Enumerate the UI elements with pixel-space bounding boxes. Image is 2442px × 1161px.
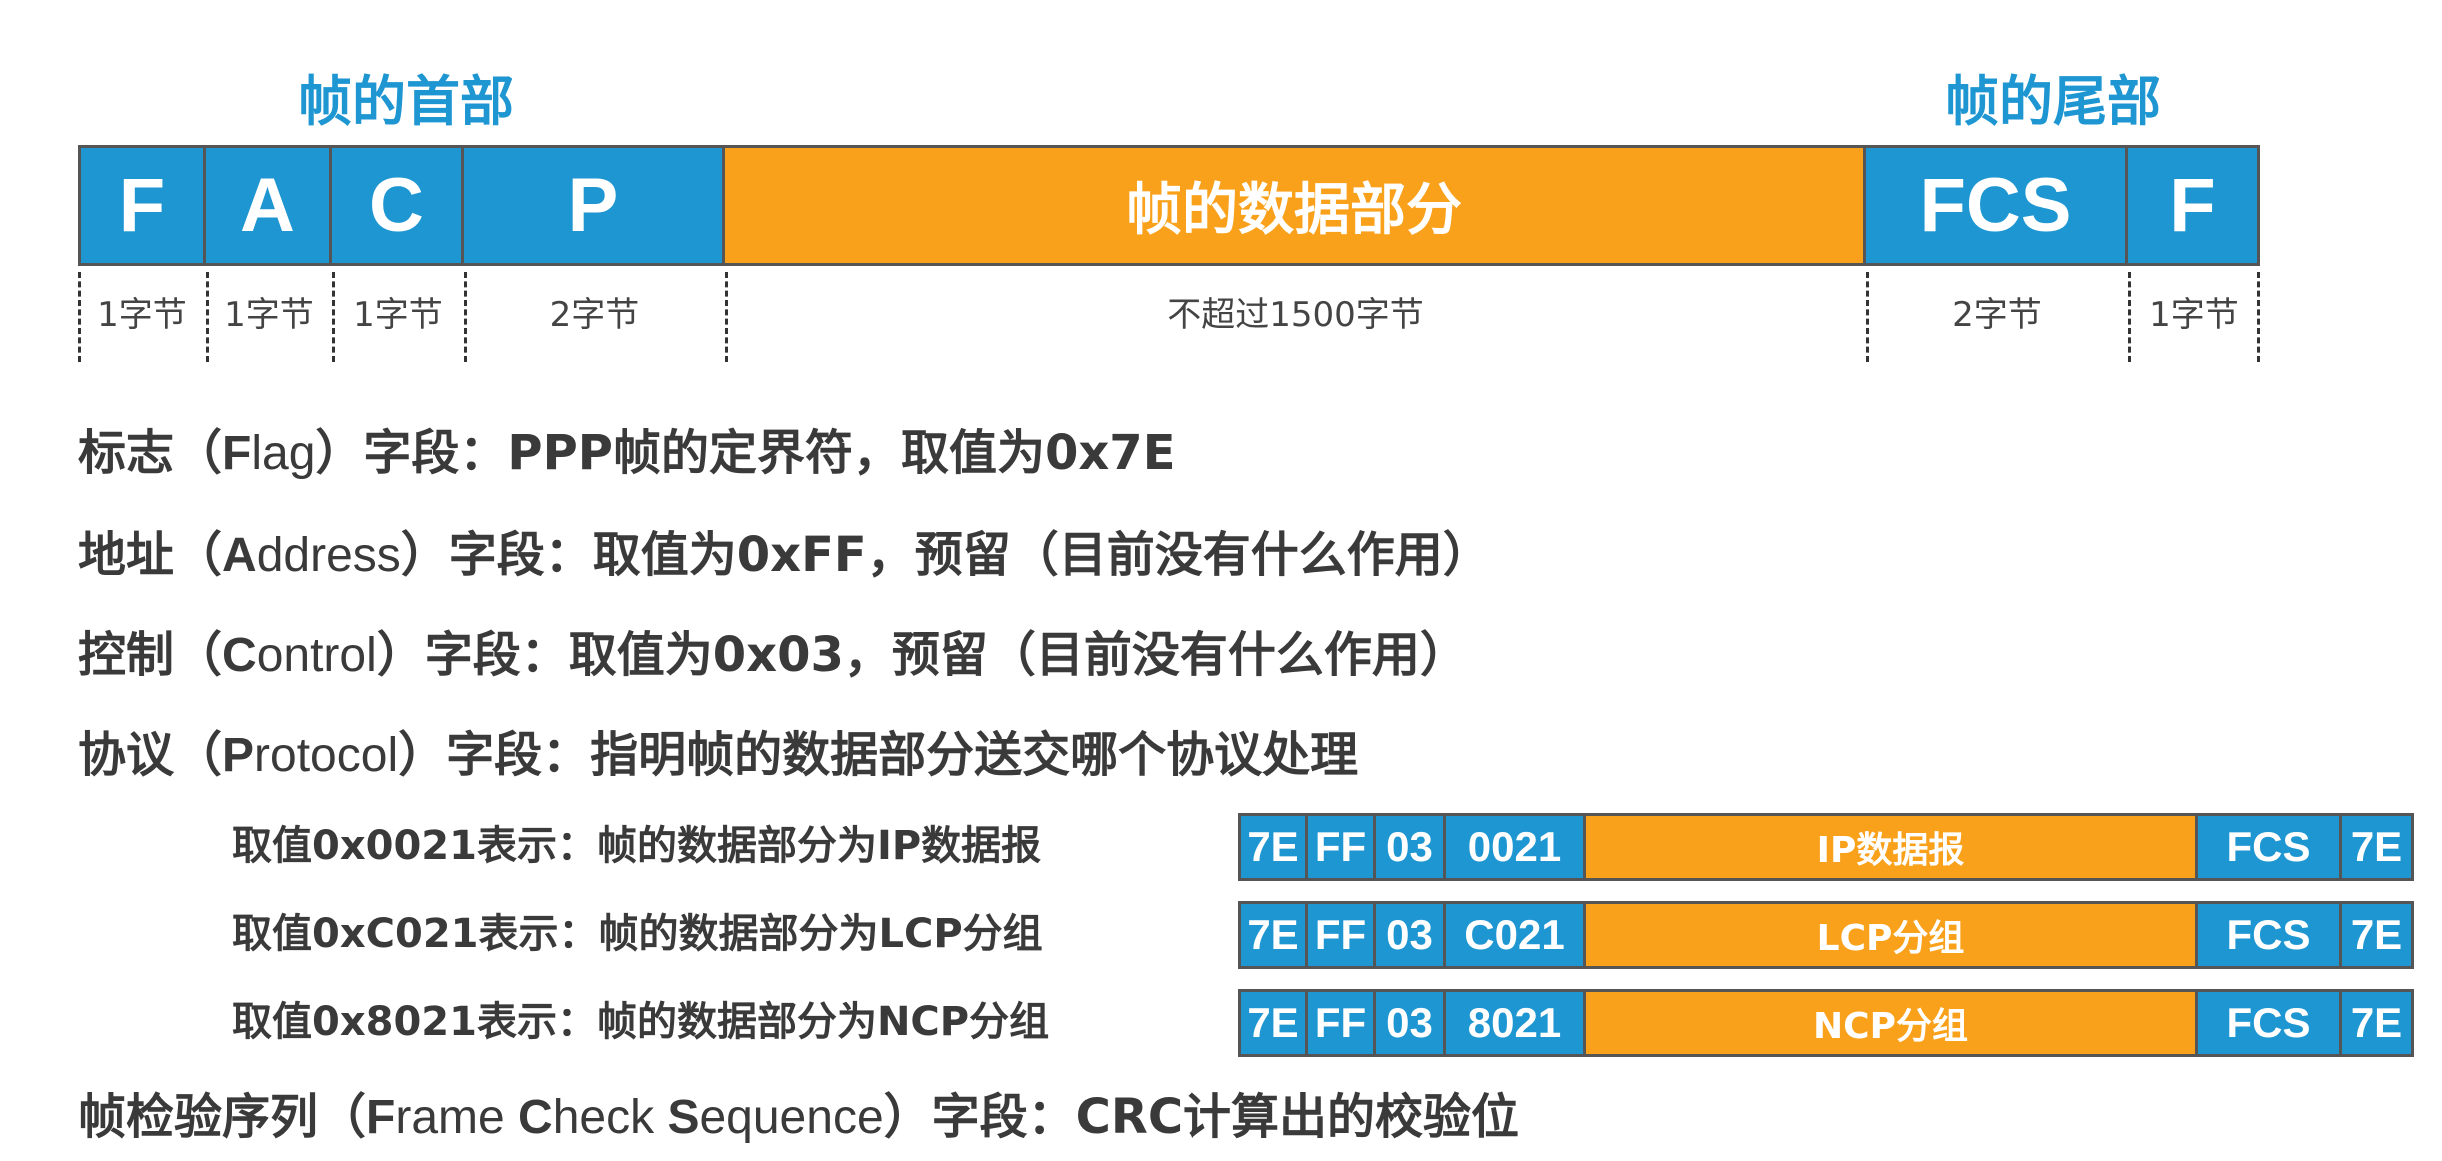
- mini-cell-fcs: FCS: [2198, 813, 2342, 881]
- field-size-row: 1字节 1字节 1字节 2字节 不超过1500字节 2字节 1字节: [78, 272, 2260, 362]
- size-label-address: 1字节: [224, 295, 314, 335]
- mini-cell-address: FF: [1308, 813, 1376, 881]
- ppp-frame-diagram: F A C P 帧的数据部分 FCS F: [78, 145, 2260, 266]
- mini-cell-flag-end: 7E: [2342, 989, 2414, 1057]
- mini-cell-protocol: 8021: [1446, 989, 1586, 1057]
- protocol-example-ncp-frame: 7E FF 03 8021 NCP分组 FCS 7E: [1238, 989, 2414, 1057]
- protocol-field-description: 协议（Protocol）字段：指明帧的数据部分送交哪个协议处理: [78, 727, 1359, 783]
- mini-cell-fcs: FCS: [2198, 989, 2342, 1057]
- protocol-example-ncp-text: 取值0x8021表示：帧的数据部分为NCP分组: [232, 999, 1050, 1045]
- size-label-control: 1字节: [353, 295, 443, 335]
- mini-cell-flag: 7E: [1238, 901, 1308, 969]
- mini-cell-address: FF: [1308, 989, 1376, 1057]
- size-label-data: 不超过1500字节: [1167, 295, 1424, 335]
- mini-cell-flag-end: 7E: [2342, 813, 2414, 881]
- frame-field-control: C: [332, 145, 464, 266]
- mini-cell-data: NCP分组: [1586, 989, 2198, 1057]
- mini-cell-address: FF: [1308, 901, 1376, 969]
- mini-cell-control: 03: [1376, 901, 1446, 969]
- size-label-protocol: 2字节: [549, 295, 640, 335]
- flag-field-description: 标志（Flag）字段：PPP帧的定界符，取值为0x7E: [78, 425, 1176, 481]
- mini-cell-control: 03: [1376, 813, 1446, 881]
- mini-cell-flag-end: 7E: [2342, 901, 2414, 969]
- frame-header-title: 帧的首部: [298, 70, 514, 133]
- frame-field-flag-start: F: [78, 145, 206, 266]
- frame-trailer-title: 帧的尾部: [1945, 70, 2161, 133]
- address-field-description: 地址（Address）字段：取值为0xFF，预留（目前没有什么作用）: [78, 527, 1491, 583]
- frame-field-data: 帧的数据部分: [725, 145, 1866, 266]
- mini-cell-flag: 7E: [1238, 813, 1308, 881]
- frame-field-flag-end: F: [2128, 145, 2260, 266]
- size-label-flag-end: 1字节: [2149, 295, 2239, 335]
- frame-field-address: A: [206, 145, 332, 266]
- protocol-example-lcp-frame: 7E FF 03 C021 LCP分组 FCS 7E: [1238, 901, 2414, 969]
- protocol-example-ip-text: 取值0x0021表示：帧的数据部分为IP数据报: [232, 823, 1042, 869]
- frame-field-fcs: FCS: [1866, 145, 2128, 266]
- mini-cell-protocol: 0021: [1446, 813, 1586, 881]
- mini-cell-fcs: FCS: [2198, 901, 2342, 969]
- mini-cell-data: IP数据报: [1586, 813, 2198, 881]
- mini-cell-protocol: C021: [1446, 901, 1586, 969]
- protocol-example-lcp-text: 取值0xC021表示：帧的数据部分为LCP分组: [232, 911, 1043, 957]
- size-label-fcs: 2字节: [1952, 295, 2042, 335]
- protocol-example-ip-frame: 7E FF 03 0021 IP数据报 FCS 7E: [1238, 813, 2414, 881]
- mini-cell-control: 03: [1376, 989, 1446, 1057]
- mini-cell-data: LCP分组: [1586, 901, 2198, 969]
- size-label-flag-start: 1字节: [97, 295, 187, 335]
- frame-field-protocol: P: [464, 145, 725, 266]
- fcs-field-description: 帧检验序列（Frame Check Sequence）字段：CRC计算出的校验位: [78, 1089, 1520, 1145]
- control-field-description: 控制（Control）字段：取值为0x03，预留（目前没有什么作用）: [78, 627, 1468, 683]
- mini-cell-flag: 7E: [1238, 989, 1308, 1057]
